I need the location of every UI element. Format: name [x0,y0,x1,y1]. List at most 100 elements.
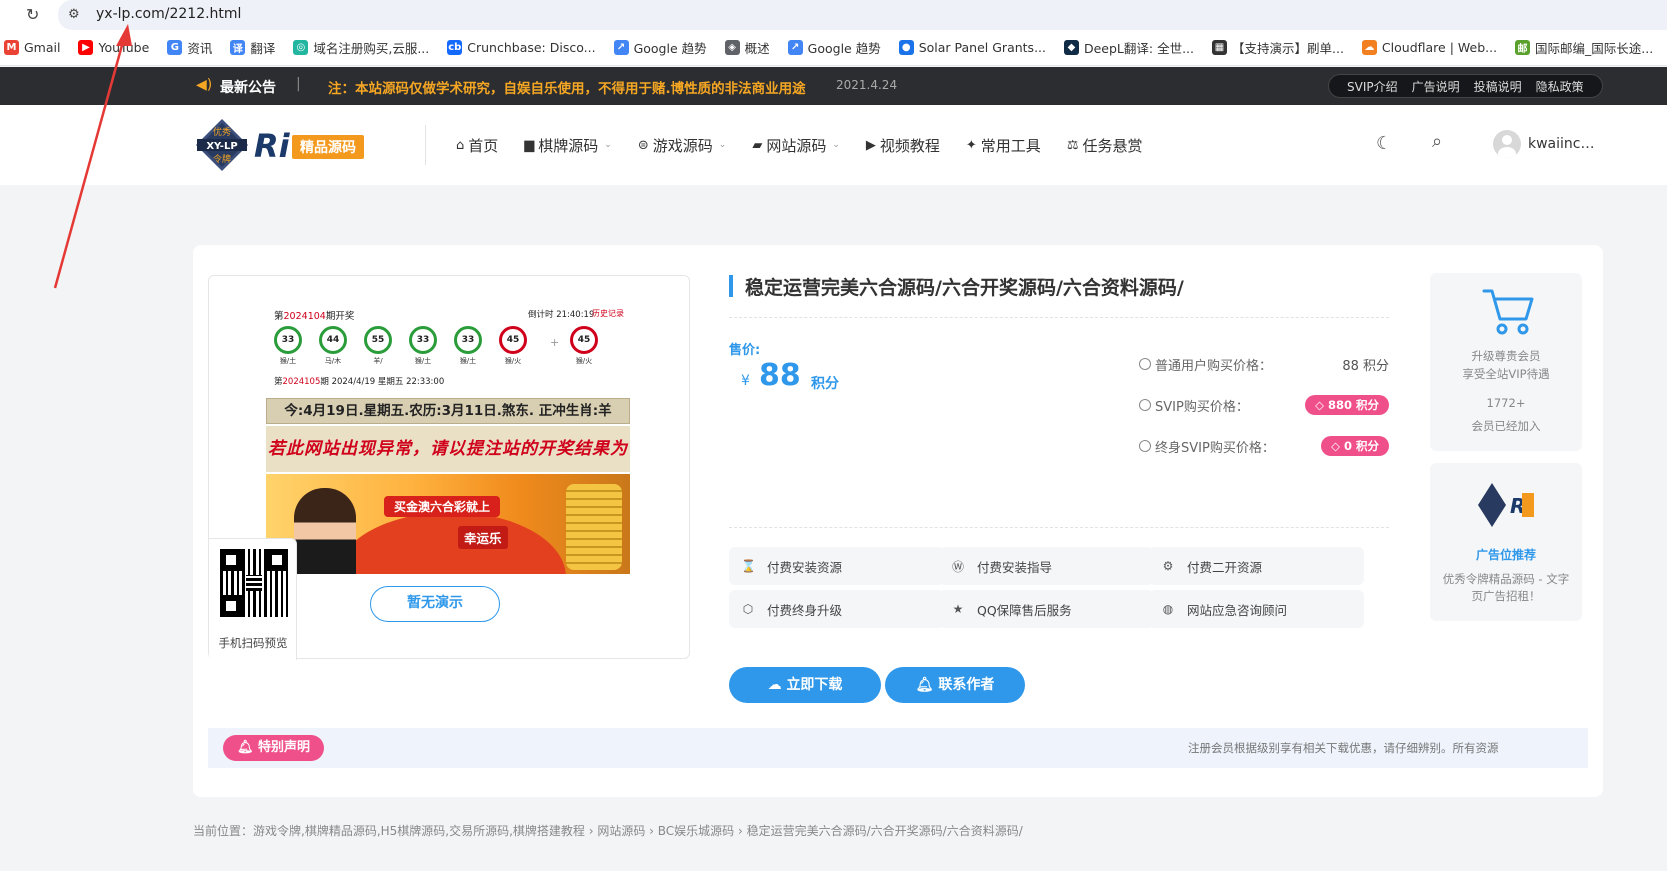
gamepad-icon: ⊜ [637,137,649,153]
tools-icon: ✦ [965,137,977,153]
nav-item[interactable]: ⚖ 任务悬赏 [1067,135,1143,156]
logo-tag: 精品源码 [300,139,356,156]
bookmarks-bar: M Gmail ▶ YouTube G 资讯 译翻译 ◎ 域名注册购买,云服... cb Crunc… [0,30,1667,66]
bookmark-item[interactable]: ▶ YouTube [78,40,149,55]
bookmark-label: Gmail [24,40,61,55]
cloud-download-icon: ☁ [767,677,787,693]
banner-brand: 幸运乐 [458,526,508,549]
nav-item[interactable]: ⌂ 首页 [456,135,498,156]
bookmark-item[interactable]: 邮国际邮编_国际长途... [1515,38,1653,57]
link-svip[interactable]: SVIP介绍 [1347,78,1398,95]
bookmark-item[interactable]: ◆ DeepL翻译: 全世... [1063,38,1194,57]
feature-item: ⬡ 付费终身升级 [729,590,944,628]
shield-icon: ⬡ [742,602,754,616]
nav-item[interactable]: ▆ 棋牌源码 ⌄ [524,135,612,156]
warning-band: 若此网站出现异常，请以提注站的开奖结果为准！ [266,426,630,505]
site-logo[interactable]: 优秀 XY-LP 令牌 Ri 精品源码 [192,115,378,175]
date-band: 今:4月19日.星期五.农历:3月11日.煞东. 正冲生肖:羊 [266,398,630,424]
preview-image[interactable]: 第2024104期开奖 倒计时 21:40:19 历史记录 33 猴/土 44 马/木… [266,306,630,574]
site-info-icon[interactable]: ⚙ [68,7,80,22]
ad-title: 广告位推荐 [1475,548,1536,562]
username[interactable]: kwaiinc… [1528,136,1595,152]
dark-mode-icon[interactable]: ☾ [1376,133,1392,154]
solar-icon: ● [898,40,914,55]
bookmark-item[interactable]: cb Crunchbase: Disco... [447,40,596,55]
bookmark-label: Google 趋势 [807,41,881,56]
ad-banner: 买金澳六合彩就上 幸运乐 [266,474,630,574]
link-ad[interactable]: 广告说明 [1412,78,1460,95]
plus-sign: + [550,336,560,349]
vip-widget[interactable]: 升级尊贵会员 享受全站VIP待遇 1772+ 会员已经加入 [1430,273,1582,451]
demo-icon: ▦ [1212,40,1227,55]
countdown: 倒计时 21:40:19 [528,310,595,320]
feature-label: 付费安装资源 [767,559,843,575]
logo-ri: Ri [254,127,291,165]
lottery-ball: 33 [409,326,437,354]
deepl-icon: ◆ [1063,40,1079,55]
price-row-label: 普通用户购买价格： [1155,358,1273,374]
coins-image [566,484,622,570]
lottery-ball: 44 [319,326,347,354]
feature-item: ⚙ 付费二开资源 [1149,547,1364,585]
bookmark-item[interactable]: M Gmail [4,40,60,55]
ball-zodiac: 猴/土 [459,357,477,365]
download-button[interactable]: ☁ 立即下载 [729,667,881,703]
cart-icon [1482,289,1534,335]
divider [729,527,1389,528]
price-row-label: SVIP购买价格： [1155,399,1249,415]
contact-author-button[interactable]: 🔔︎ 联系作者 [885,667,1025,703]
bookmark-item[interactable]: 译翻译 [230,38,275,57]
bookmark-item[interactable]: ☁ Cloudflare | Web... [1361,40,1498,55]
next-draw: 第2024105期 2024/4/19 星期五 22:33:00 [274,377,445,387]
postal-icon: 邮 [1515,40,1531,55]
avatar[interactable] [1493,130,1521,158]
price-row-value: 88 积分 [1342,358,1389,374]
vip-line-1: 升级尊贵会员 [1471,349,1541,363]
omnibox[interactable] [58,0,1667,30]
nav-label: 棋牌源码 [538,136,599,155]
ad-description: 优秀令牌精品源码 - 文字页广告招租！ [1442,572,1570,603]
bookmark-label: DeepL翻译: 全世... [1083,41,1194,56]
bell-icon: 🔔︎ [237,740,259,755]
bookmark-item[interactable]: ↗ Google 趋势 [613,38,707,57]
nav-item[interactable]: ▰ 网站源码 ⌄ [752,135,840,156]
declaration-badge: 🔔︎ 特别声明 [223,735,325,761]
bookmark-item[interactable]: ▦ 【支持演示】刷单... [1212,38,1344,57]
link-submit[interactable]: 投稿说明 [1474,78,1522,95]
nav-item[interactable]: ✦ 常用工具 [966,135,1041,156]
chevron-down-icon: ⌄ [718,140,727,150]
bookmark-label: Cloudflare | Web... [1381,40,1498,55]
ball-zodiac: 猴/火 [575,357,593,365]
folder-icon: ▆ [524,137,535,153]
announcement-message[interactable]: 注：本站源码仅做学术研究，自娱自乐使用，不得用于赌.博性质的非法商业用途 [328,77,806,97]
speaker-icon: ◀) [196,77,213,93]
feature-label: 付费安装指导 [977,559,1053,575]
circle-icon [1139,358,1151,370]
nav-label: 任务悬赏 [1082,136,1143,155]
wordpress-icon: Ⓦ [951,559,964,574]
demo-button[interactable]: 暂无演示 [370,586,500,622]
bookmark-item[interactable]: G 资讯 [167,38,212,57]
youtube-icon: ▶ [78,40,94,55]
price-value: 88 [759,358,801,393]
breadcrumb: 当前位置：游戏令牌,棋牌精品源码,H5棋牌源码,交易所源码,棋牌搭建教程 › 网… [193,824,1023,838]
nav-label: 网站源码 [766,136,827,155]
announcement-bar: ◀) 最新公告 | 注：本站源码仅做学术研究，自娱自乐使用，不得用于赌.博性质的… [0,67,1667,105]
bookmark-item[interactable]: ◎ 域名注册购买,云服... [293,38,429,57]
link-privacy[interactable]: 隐私政策 [1536,78,1584,95]
domain-icon: ◎ [293,40,309,55]
ad-widget[interactable]: Ri 广告位推荐 优秀令牌精品源码 - 文字页广告招租！ [1430,463,1582,621]
lottery-ball: 33 [454,326,482,354]
balance-icon: ⚖ [1066,137,1079,153]
logo-badge-mid: XY-LP [206,141,237,152]
bookmark-label: 国际邮编_国际长途... [1535,41,1654,56]
url-text[interactable]: yx-lp.com/2212.html [96,6,241,22]
nav-item[interactable]: ▶ 视频教程 [866,135,940,156]
nav-item[interactable]: ⊜ 游戏源码 ⌄ [638,135,726,156]
bookmark-item[interactable]: ◈ 概述 [724,38,770,57]
reload-icon[interactable]: ↻ [26,5,39,24]
bookmark-item[interactable]: ↗ Google 趋势 [787,38,881,57]
qr-caption: 手机扫码预览 [218,636,288,650]
bookmark-item[interactable]: ● Solar Panel Grants... [898,40,1046,55]
search-icon[interactable]: ⌕ [1432,131,1442,152]
